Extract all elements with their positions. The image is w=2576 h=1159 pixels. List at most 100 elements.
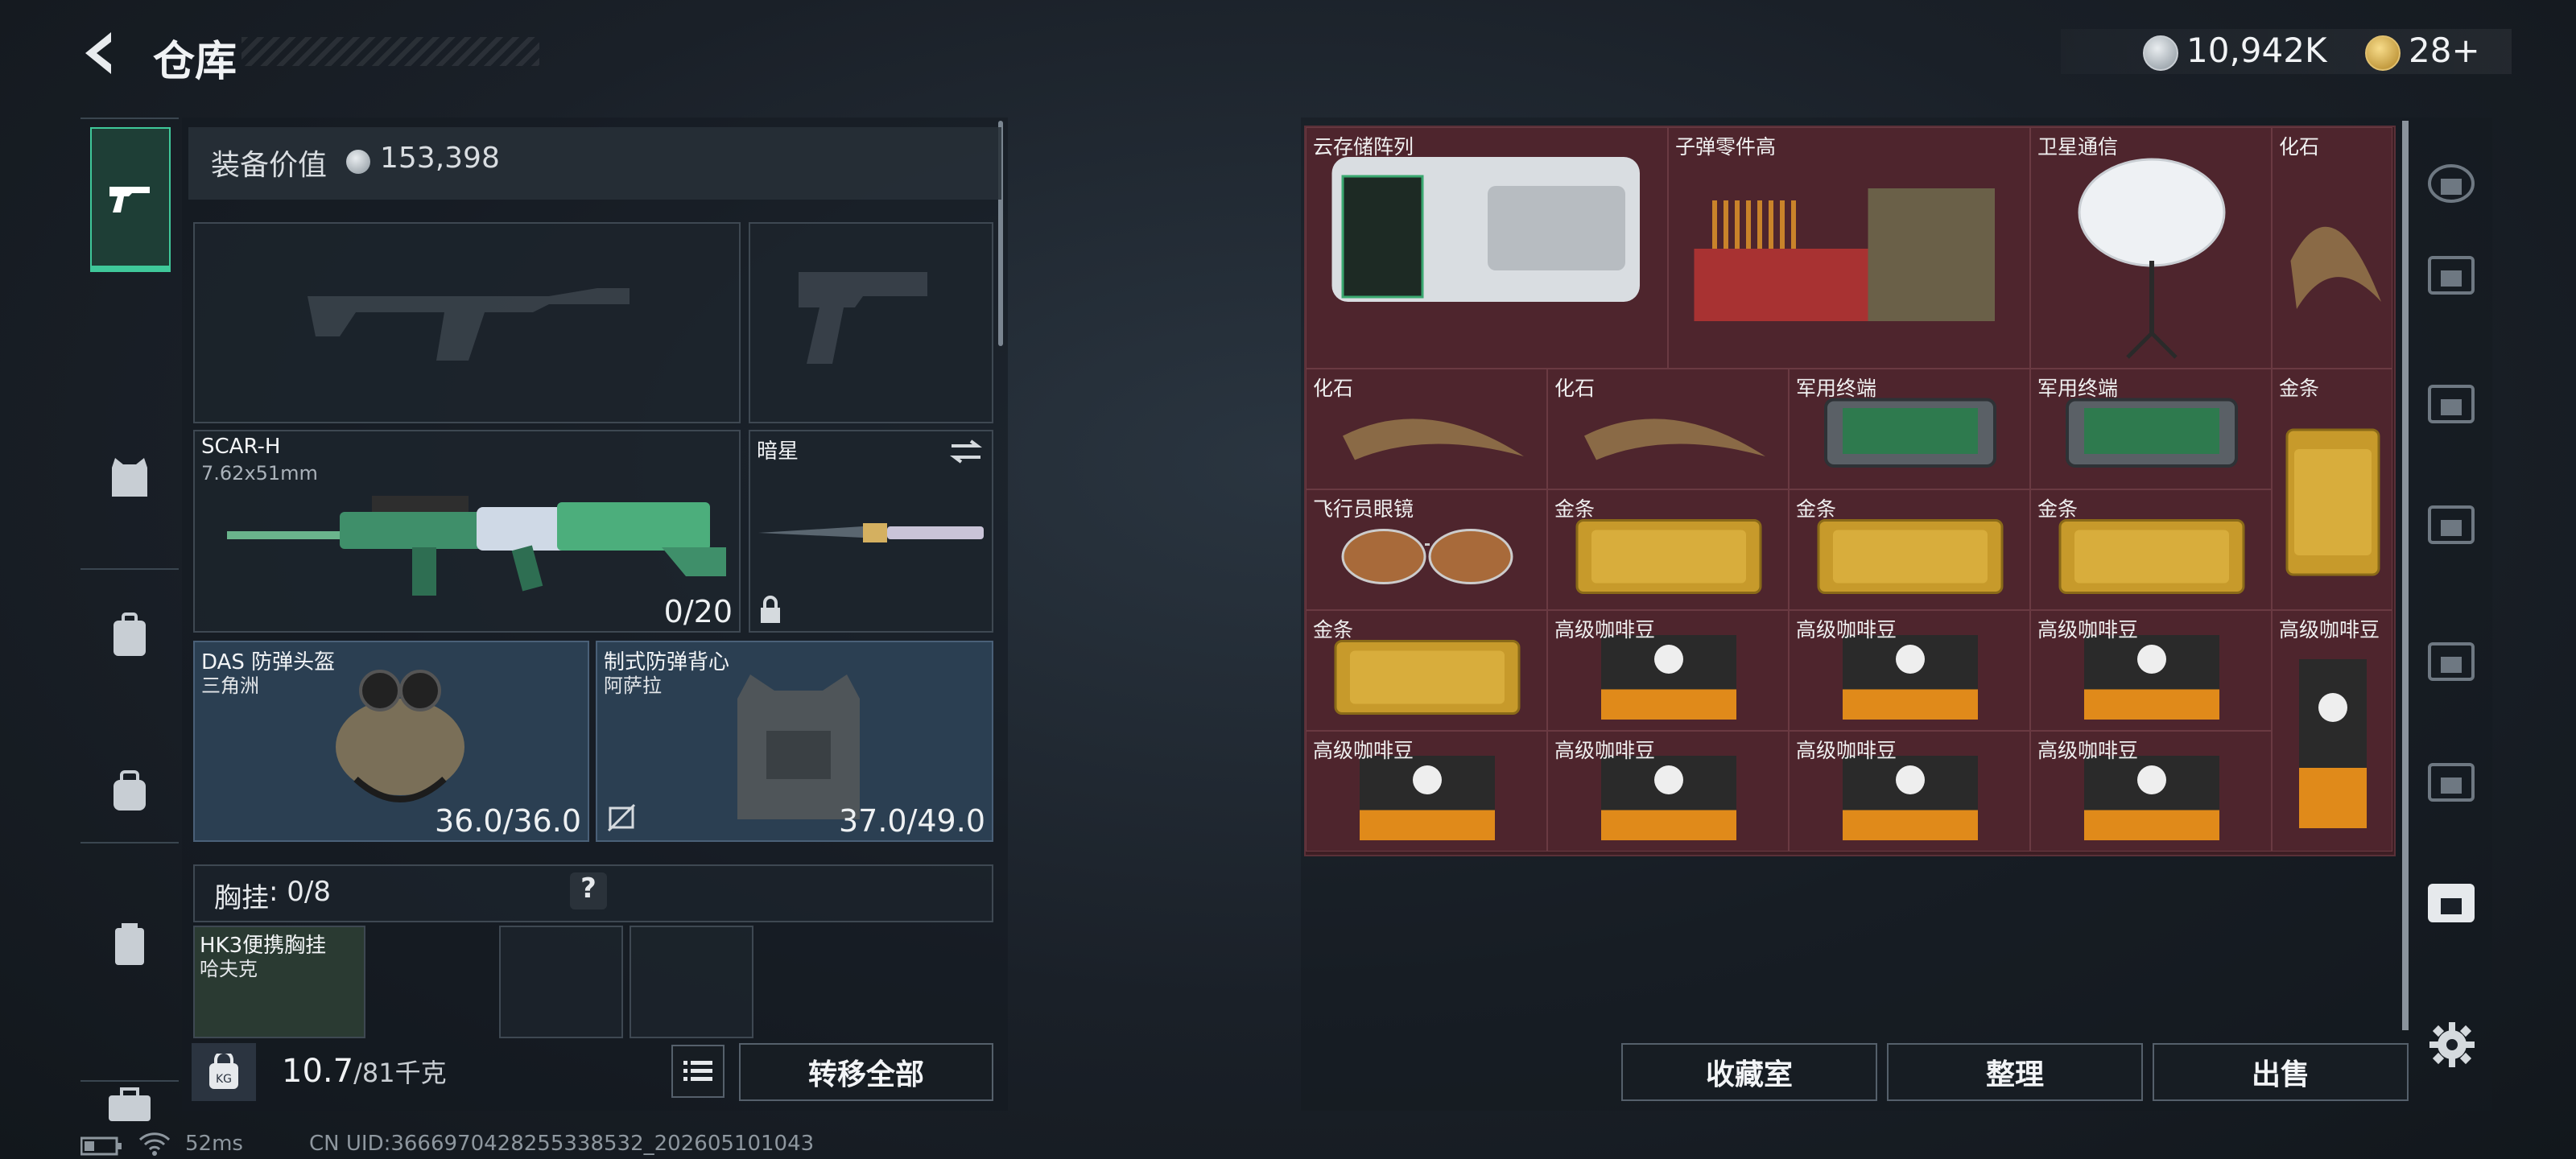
storage-item-label: 高级咖啡豆	[1796, 739, 1897, 762]
chest-rig-header: 胸挂 : 0/8 ?	[193, 864, 993, 922]
iv-selected-icon[interactable]	[2423, 874, 2479, 930]
nav-armor[interactable]	[92, 439, 167, 515]
equipment-value: 153,398	[380, 142, 500, 175]
sell-button[interactable]: 出售	[2153, 1043, 2409, 1101]
weapon-name: SCAR-H	[201, 435, 281, 459]
collection-room-button[interactable]: 收藏室	[1621, 1043, 1877, 1101]
nav-backpack-armor[interactable]	[92, 597, 167, 673]
storage-item[interactable]: 高级咖啡豆	[1789, 610, 2030, 731]
weight-current: 10.7	[282, 1053, 354, 1090]
weapon-ammo-count: 0/20	[663, 594, 733, 629]
vest-sub: 阿萨拉	[604, 674, 662, 697]
storage-tab-nav	[2407, 118, 2492, 1027]
melee-slot[interactable]: 暗星	[749, 430, 993, 633]
storage-item[interactable]: 化石	[1547, 369, 1789, 489]
storage-item[interactable]: 高级咖啡豆	[1547, 610, 1789, 731]
left-nav	[80, 118, 179, 1121]
storage-item-label: 化石	[1313, 377, 1354, 400]
pistol-slot-empty[interactable]	[749, 222, 993, 423]
wifi-icon	[138, 1132, 171, 1156]
storage-item-label: 金条	[1554, 497, 1596, 521]
helmet-sub: 三角洲	[201, 674, 259, 697]
uid-text: CN UID:3666970428255338532_202605101043	[309, 1132, 815, 1156]
iii-tier-icon[interactable]	[2423, 375, 2479, 431]
sort-button[interactable]: 整理	[1887, 1043, 2143, 1101]
storage-item-label: 金条	[2279, 377, 2320, 400]
primary-weapon-slot-empty[interactable]	[193, 222, 741, 423]
storage-item[interactable]: 云存储阵列	[1306, 127, 1668, 369]
toolbox-icon	[109, 1087, 151, 1121]
storage-item[interactable]: 高级咖啡豆	[1789, 731, 2030, 852]
chest-rig-pocket-1[interactable]	[499, 926, 623, 1038]
storage-item[interactable]: 飞行员眼镜	[1306, 489, 1547, 610]
vest-slot[interactable]: 制式防弹背心 阿萨拉 37.0/49.0	[596, 641, 993, 842]
weight-display: 10.7/81千克	[282, 1053, 447, 1090]
storage-item-label: 金条	[1796, 497, 1837, 521]
storage-item[interactable]: 高级咖啡豆	[2030, 731, 2272, 852]
page-title: 仓库	[153, 38, 237, 86]
storage-item[interactable]: 金条	[1306, 610, 1547, 731]
storage-item[interactable]: 金条	[1547, 489, 1789, 610]
transfer-all-button[interactable]: 转移全部	[739, 1043, 993, 1101]
storage-item-label: 化石	[2279, 135, 2320, 159]
title-decoration	[242, 37, 539, 66]
back-arrow-icon[interactable]	[79, 29, 127, 77]
storage-item-label: 高级咖啡豆	[1313, 739, 1414, 762]
satellite-item-image	[2078, 158, 2226, 359]
backpack-icon	[114, 612, 146, 656]
swap-icon[interactable]	[948, 438, 984, 465]
knife-image	[758, 523, 984, 542]
iv-folder-icon[interactable]	[2423, 753, 2479, 810]
server-item-image	[1331, 157, 1640, 302]
nav-case[interactable]	[92, 906, 167, 982]
storage-item-label: 飞行员眼镜	[1313, 497, 1414, 521]
storage-item[interactable]: 子弹零件高	[1668, 127, 2030, 369]
storage-item[interactable]: 金条	[2030, 489, 2272, 610]
storage-item[interactable]: 军用终端	[2030, 369, 2272, 489]
storage-item-label: 军用终端	[2037, 377, 2119, 400]
nav-weapons[interactable]	[90, 127, 171, 272]
storage-item-label: 卫星通信	[2037, 135, 2119, 159]
storage-item[interactable]: 军用终端	[1789, 369, 2030, 489]
scar-h-rifle-image	[227, 496, 726, 596]
gear-icon[interactable]	[2428, 1021, 2476, 1069]
currency-token-value[interactable]: 28+	[2409, 31, 2480, 70]
storage-item[interactable]: 化石	[2272, 127, 2392, 369]
melee-name: 暗星	[757, 439, 799, 464]
chest-rig-item-sub: 哈夫克	[200, 958, 258, 980]
storage-item-label: 高级咖啡豆	[2037, 739, 2139, 762]
ping-text: 52ms	[185, 1132, 243, 1156]
storage-item[interactable]: 高级咖啡豆	[1306, 731, 1547, 852]
nav-bag[interactable]	[92, 753, 167, 829]
gold-item-image	[2285, 428, 2380, 576]
pistol-silhouette-icon	[799, 272, 927, 364]
ammo-crate-item-image	[1694, 188, 1995, 321]
currency-silver-value: 10,942K	[2186, 31, 2327, 70]
storage-item[interactable]: 高级咖啡豆	[2030, 610, 2272, 731]
storage-item-label: 高级咖啡豆	[2279, 618, 2380, 641]
storage-item[interactable]: 化石	[1306, 369, 1547, 489]
chest-rig-slot[interactable]: HK3便携胸挂 哈夫克	[193, 926, 365, 1038]
storage-item[interactable]: 金条	[1789, 489, 2030, 610]
primary-weapon-slot[interactable]: SCAR-H 7.62x51mm 0/20	[193, 430, 741, 633]
silver-coin-icon	[2143, 35, 2178, 71]
storage-item[interactable]: 高级咖啡豆	[1547, 731, 1789, 852]
battery-icon	[80, 1136, 122, 1156]
storage-item[interactable]: 高级咖啡豆	[2272, 610, 2392, 852]
pistol-icon	[109, 187, 150, 212]
list-view-button[interactable]	[671, 1045, 724, 1098]
weight-box: KG	[192, 1043, 256, 1101]
no-repair-icon	[607, 803, 636, 832]
iv-tier-icon[interactable]	[2423, 246, 2479, 303]
storage-item[interactable]: 金条	[2272, 369, 2392, 610]
help-icon[interactable]: ?	[570, 872, 607, 909]
vault-icon[interactable]	[2423, 155, 2479, 211]
coffee-item-image	[2299, 659, 2367, 828]
iv-medical-icon[interactable]	[2423, 496, 2479, 552]
storage-item-label: 军用终端	[1796, 377, 1877, 400]
chest-rig-pocket-2[interactable]	[630, 926, 753, 1038]
helmet-slot[interactable]: DAS 防弹头盔 三角洲 36.0/36.0	[193, 641, 589, 842]
iii-ammo-icon[interactable]	[2423, 633, 2479, 689]
storage-item[interactable]: 卫星通信	[2030, 127, 2272, 369]
svg-text:KG: KG	[216, 1073, 232, 1086]
